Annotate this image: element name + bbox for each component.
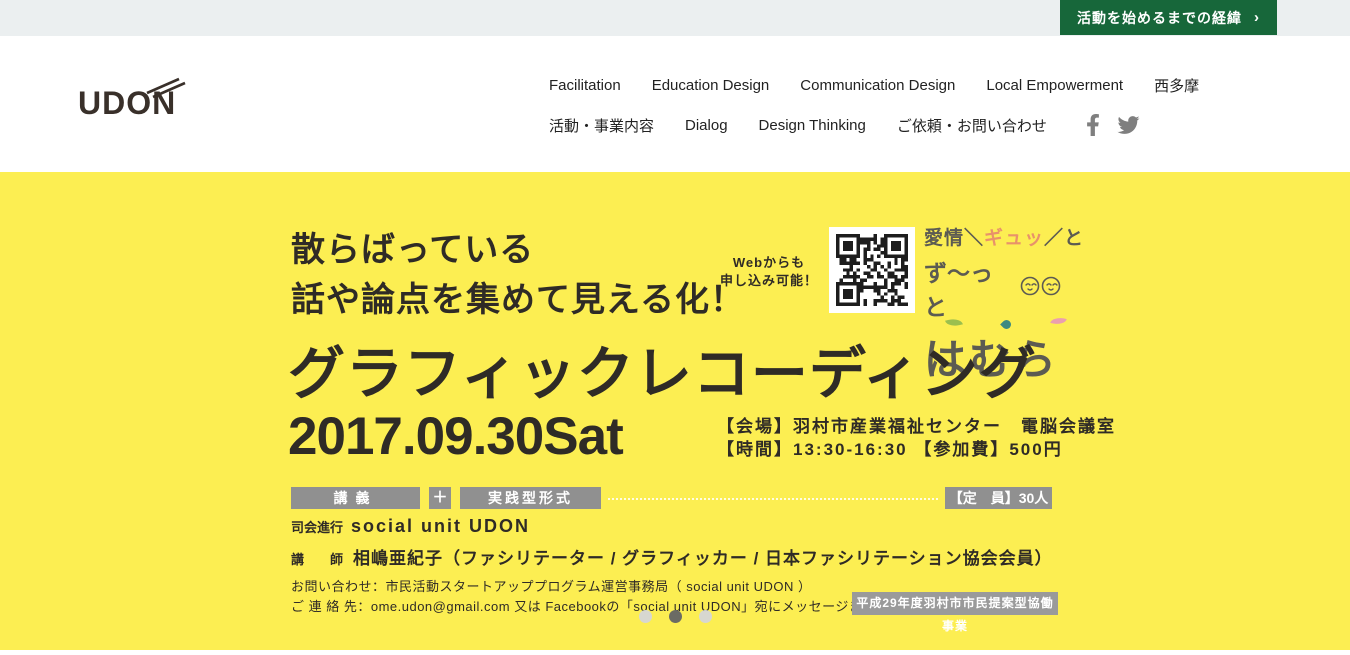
event-date: 2017.09.30Sat [288,406,623,467]
nav-dialog[interactable]: Dialog [685,117,728,134]
plus-badge: ＋ [429,487,451,509]
hamura-line1-pre: 愛情＼ [924,228,984,249]
nav-nishitama[interactable]: 西多摩 [1154,75,1199,96]
hamura-logo-line2: ず〜っと [924,254,1064,322]
web-apply-note: Webからも 申し込み可能！ [714,254,824,290]
nav-contact[interactable]: ご依頼・お問い合わせ [897,115,1047,136]
event-format-row: 講義 ＋ 実践型形式 【定 員】30人 [0,487,1350,509]
twitter-icon[interactable] [1116,114,1141,136]
facebook-icon[interactable] [1086,114,1100,136]
hamura-line2-text: ず〜っと [924,254,1014,322]
mc-row: 司会進行 social unit UDON [291,516,530,537]
mc-value: social unit UDON [351,516,530,537]
nav-activities[interactable]: 活動・事業内容 [549,115,654,136]
site-header: UDON Facilitation Education Design Commu… [0,36,1350,172]
lecturer-row: 講 師 相嶋亜紀子（ファシリテーター / グラフィッカー / 日本ファシリテーシ… [291,544,1053,569]
nav-communication-design[interactable]: Communication Design [800,77,955,94]
carousel-dots [0,610,1350,623]
carousel-dot-3[interactable] [699,610,712,623]
nav-facilitation[interactable]: Facilitation [549,77,621,94]
practice-badge: 実践型形式 [460,487,601,509]
event-time-fee: 【時間】13:30-16:30 【参加費】500円 [717,438,1116,461]
smiley-faces-icon [1018,274,1064,302]
nav-education-design[interactable]: Education Design [652,77,770,94]
event-title: グラフィックレコーディング [288,328,1037,410]
history-cta-button[interactable]: 活動を始めるまでの経緯 › [1060,0,1277,35]
hero-banner: 散らばっている 話や論点を集めて見える化！ Webからも 申し込み可能！ 愛情＼… [0,172,1350,650]
carousel-dot-2-active[interactable] [669,610,682,623]
hero-catch-line1: 散らばっている [291,225,745,275]
hamura-line1-gyu: ギュッ [984,228,1044,249]
web-apply-note-line1: Webからも [714,254,824,272]
lecture-badge: 講義 [291,487,420,509]
main-nav-row2: 活動・事業内容 Dialog Design Thinking ご依頼・お問い合わ… [549,114,1141,136]
capacity-badge: 【定 員】30人 [945,487,1052,509]
main-nav-row1: Facilitation Education Design Communicat… [549,75,1199,96]
event-venue-block: 【会場】羽村市産業福祉センター 電脳会議室 【時間】13:30-16:30 【参… [717,415,1116,461]
qr-code [829,227,915,313]
hero-catch-line2: 話や論点を集めて見える化！ [291,275,745,325]
nav-design-thinking[interactable]: Design Thinking [759,117,866,134]
history-cta-label: 活動を始めるまでの経緯 [1077,8,1242,28]
lecturer-label: 講 師 [291,549,343,568]
contact-line1: お問い合わせ：市民活動スタートアッププログラム運営事務局（ social uni… [291,576,812,595]
chevron-right-icon: › [1254,9,1260,26]
event-venue: 【会場】羽村市産業福祉センター 電脳会議室 [717,415,1116,438]
lecturer-value: 相嶋亜紀子（ファシリテーター / グラフィッカー / 日本ファシリテーション協会… [353,544,1053,569]
web-apply-note-line2: 申し込み可能！ [714,272,824,290]
social-links [1086,114,1141,136]
hamura-logo-line1: 愛情＼ギュッ／と [924,223,1064,250]
hamura-line1-post: ／と [1044,228,1084,249]
hero-catch-copy: 散らばっている 話や論点を集めて見える化！ [291,225,745,325]
page: 活動を始めるまでの経緯 › UDON Facilitation Educatio… [0,0,1350,655]
chopsticks-icon [144,70,186,107]
carousel-dot-1[interactable] [639,610,652,623]
dotted-divider [608,498,938,500]
udon-logo[interactable]: UDON [78,85,176,122]
nav-local-empowerment[interactable]: Local Empowerment [986,77,1123,94]
mc-label: 司会進行 [291,517,343,536]
